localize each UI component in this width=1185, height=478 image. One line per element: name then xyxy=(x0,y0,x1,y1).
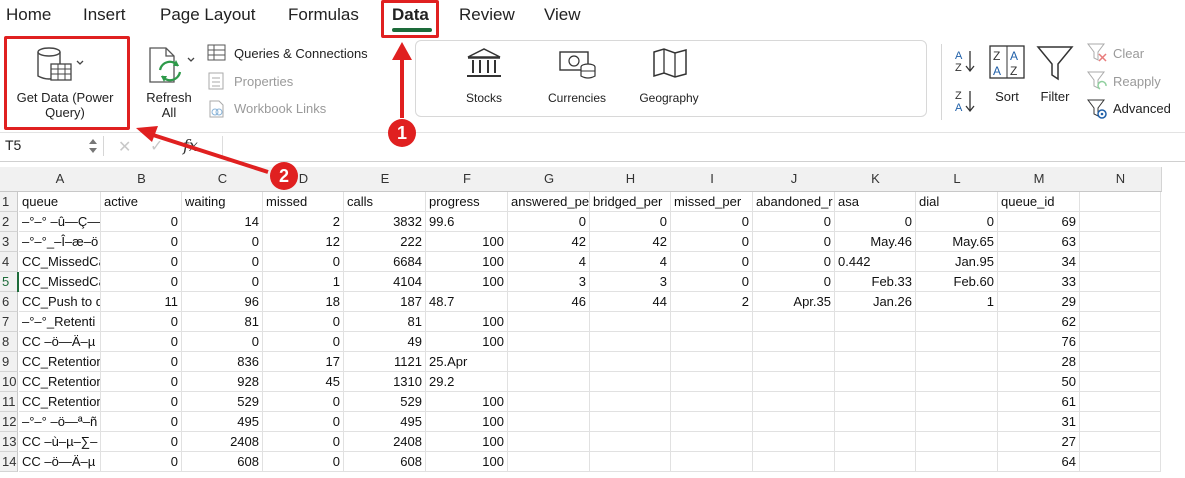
step-1-badge: 1 xyxy=(388,119,416,147)
annotation-arrows xyxy=(136,42,412,174)
step-2-badge: 2 xyxy=(270,162,298,190)
